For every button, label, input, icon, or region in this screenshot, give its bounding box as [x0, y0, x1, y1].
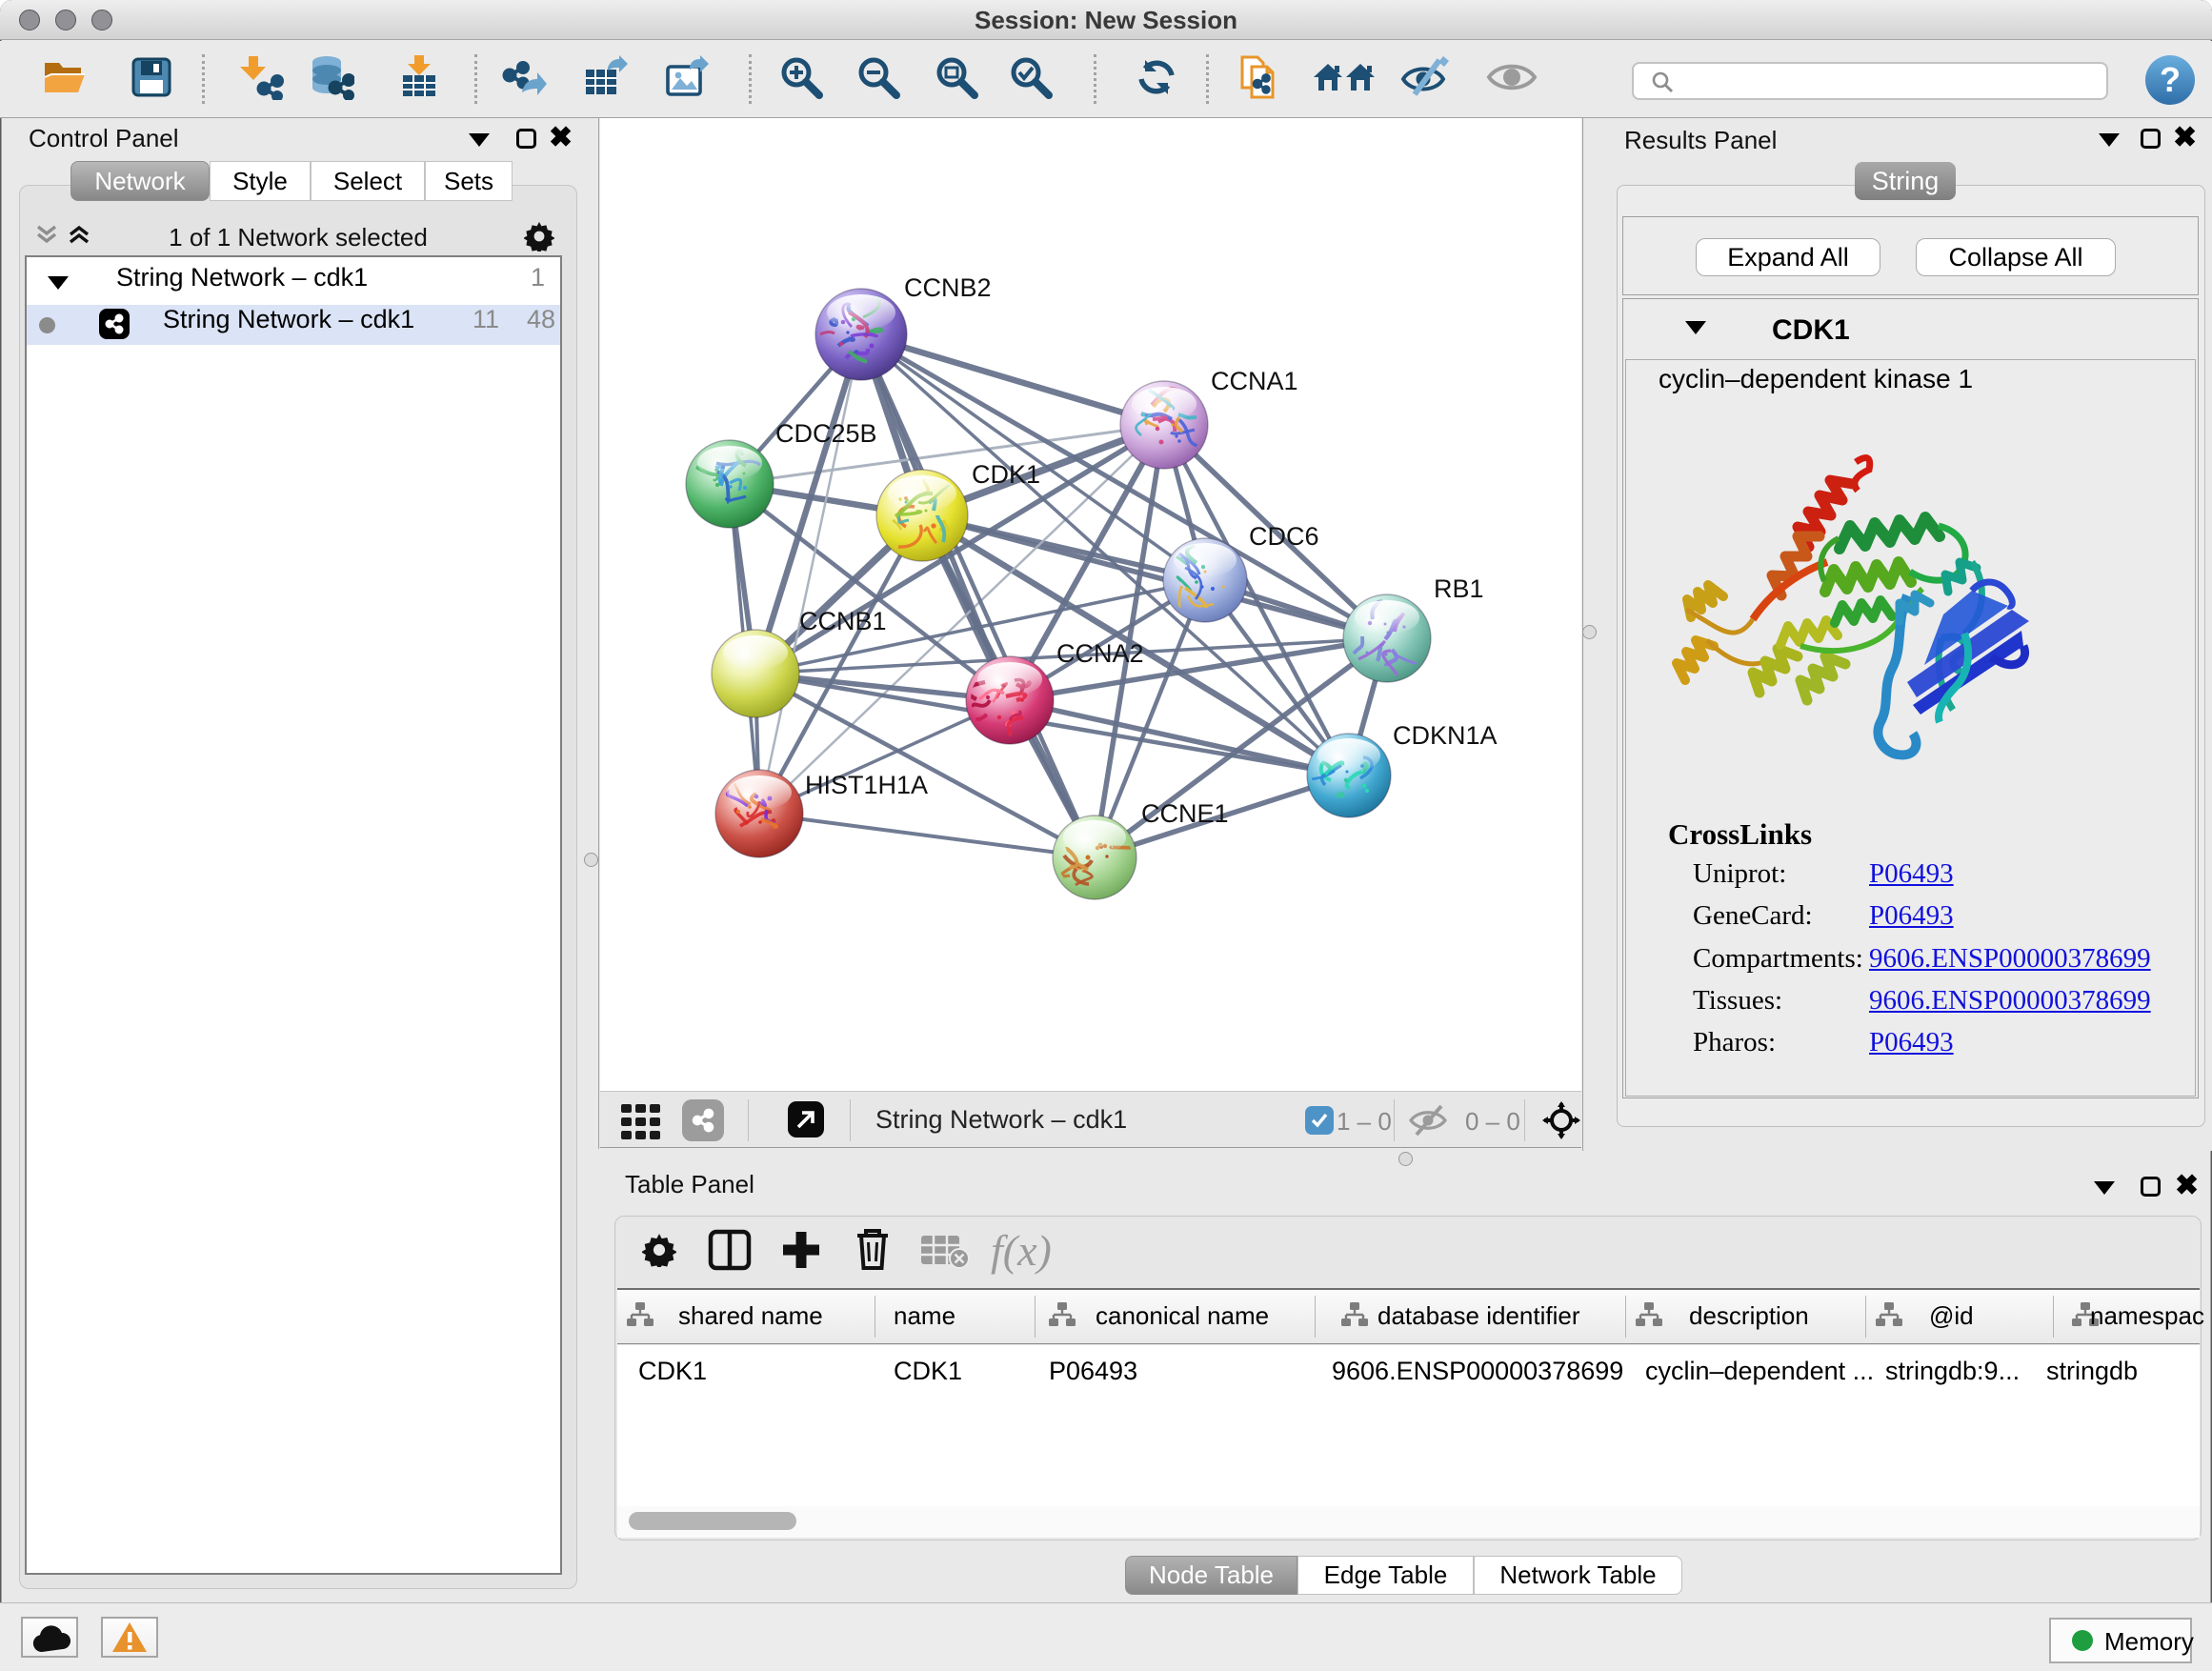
svg-text:RB1: RB1	[1434, 574, 1484, 603]
svg-text:CCNE1: CCNE1	[1141, 799, 1229, 828]
svg-text:CCNA2: CCNA2	[1056, 639, 1144, 668]
svg-text:CDC25B: CDC25B	[775, 419, 877, 448]
svg-text:CDK1: CDK1	[972, 460, 1040, 489]
svg-text:CDC6: CDC6	[1249, 522, 1319, 551]
svg-text:CDKN1A: CDKN1A	[1393, 721, 1498, 750]
svg-text:HIST1H1A: HIST1H1A	[805, 771, 928, 799]
svg-text:CCNB2: CCNB2	[904, 273, 992, 302]
svg-text:CCNA1: CCNA1	[1211, 367, 1298, 395]
svg-text:CCNB1: CCNB1	[799, 607, 887, 635]
